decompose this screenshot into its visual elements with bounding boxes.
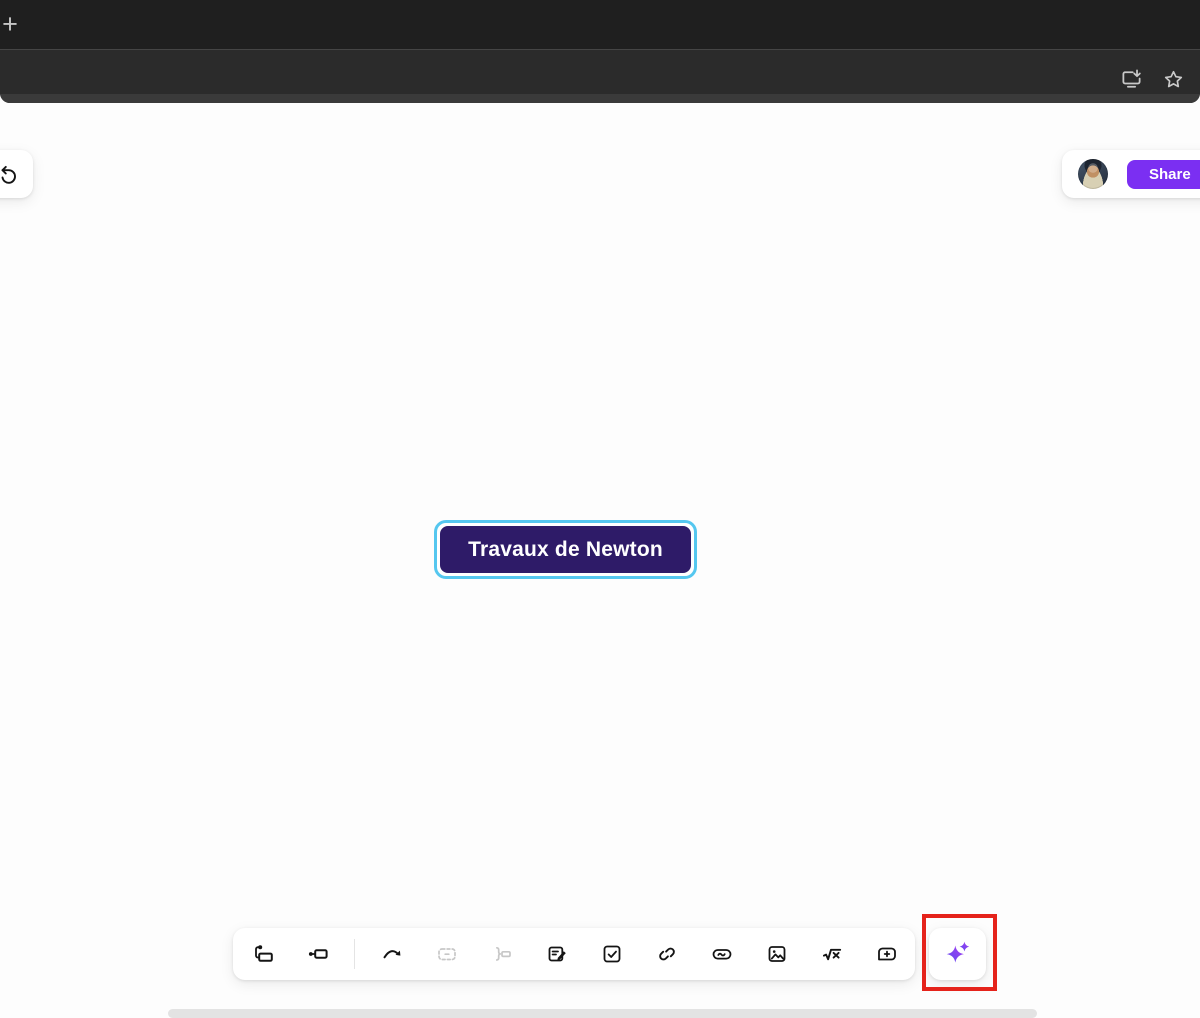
undo-panel [0, 150, 33, 198]
note-edit-icon[interactable] [529, 928, 584, 980]
install-app-icon[interactable] [1119, 67, 1144, 92]
sparkles-icon [943, 938, 973, 971]
embed-pill-icon[interactable] [694, 928, 749, 980]
toolbar-divider [354, 939, 355, 969]
node-selection-outline: Travaux de Newton [434, 520, 697, 579]
share-button[interactable]: Share [1127, 160, 1200, 189]
browser-chrome: + [0, 0, 1200, 103]
add-child-node-icon[interactable] [237, 928, 291, 980]
avatar[interactable] [1078, 159, 1108, 189]
task-checkbox-icon[interactable] [584, 928, 639, 980]
browser-tab-strip: + [0, 0, 1200, 49]
new-tab-button[interactable]: + [0, 8, 26, 40]
mindmap-toolbar [233, 928, 915, 980]
add-frame-icon[interactable] [859, 928, 914, 980]
summary-icon[interactable] [474, 928, 529, 980]
horizontal-scrollbar[interactable] [168, 1009, 1037, 1018]
link-icon[interactable] [639, 928, 694, 980]
image-icon[interactable] [749, 928, 804, 980]
ai-sparkles-button[interactable] [929, 928, 986, 980]
curve-connector-icon[interactable] [364, 928, 419, 980]
browser-toolbar [0, 49, 1200, 103]
math-equation-icon[interactable] [804, 928, 859, 980]
bookmark-star-icon[interactable] [1161, 67, 1186, 92]
mindmap-root-node[interactable]: Travaux de Newton [440, 526, 691, 573]
add-sibling-node-icon[interactable] [291, 928, 345, 980]
presence-panel: Share [1062, 150, 1200, 198]
container-icon[interactable] [419, 928, 474, 980]
